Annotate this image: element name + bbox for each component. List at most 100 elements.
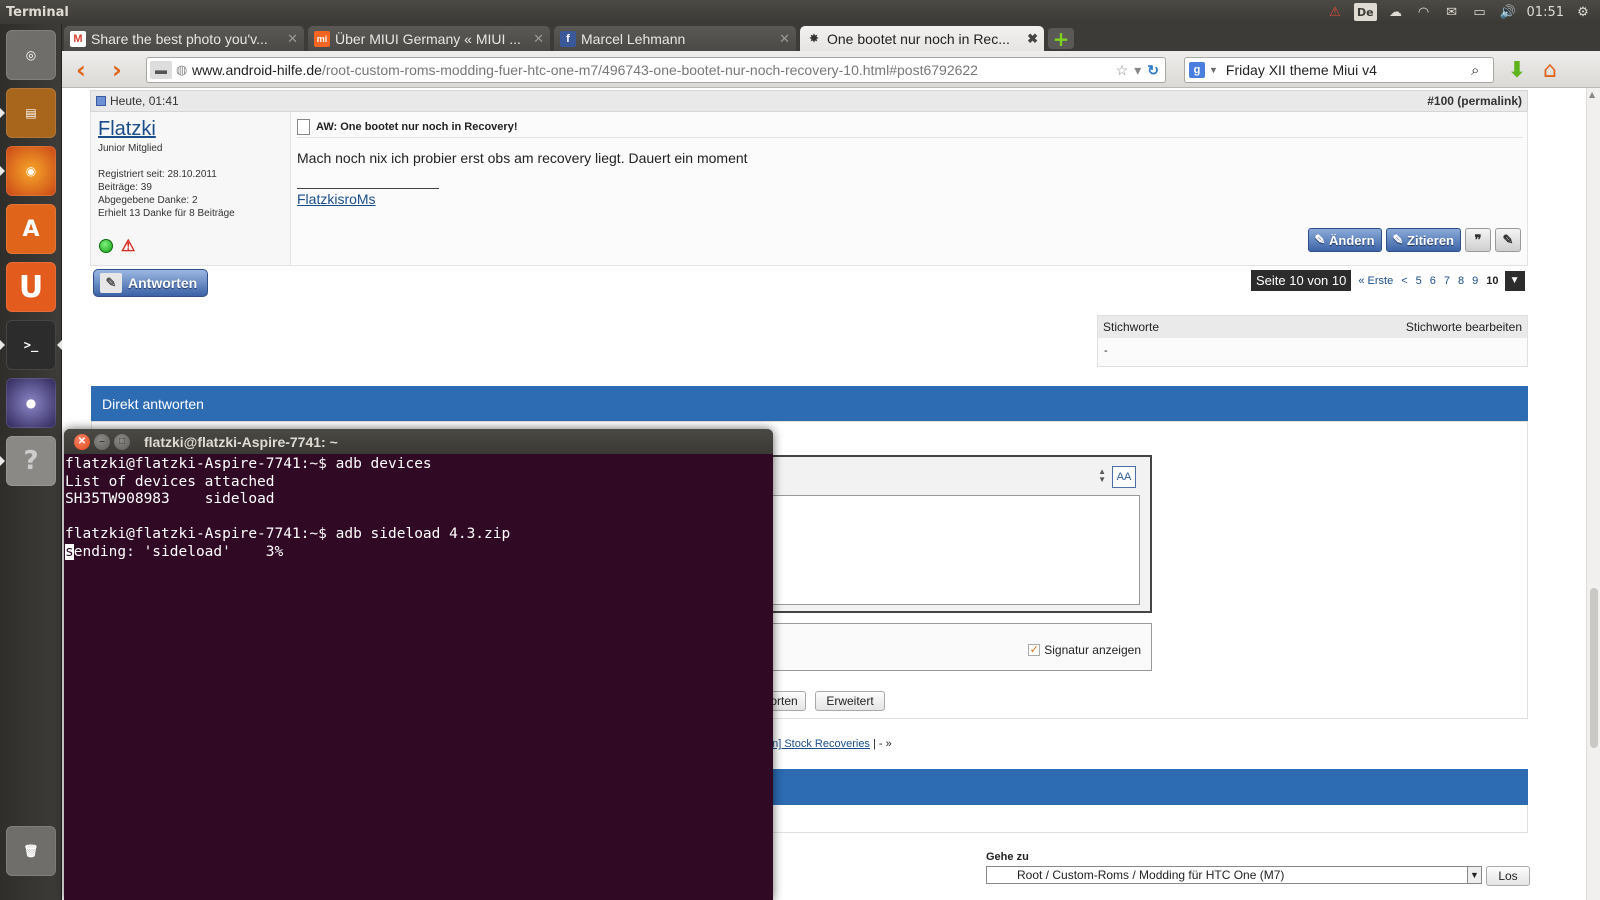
tab-bar: M Share the best photo you'v... ✕ mi Übe… [62,24,1600,51]
resize-arrows-icon[interactable]: ▲ ▼ [1098,468,1106,484]
dash-home-icon[interactable]: ◎ [6,30,56,80]
page-prev-link[interactable]: < [1397,275,1411,287]
advanced-button[interactable]: Erweitert [815,691,885,711]
username-link[interactable]: Flatzki [98,118,283,141]
help-icon[interactable]: ? [6,436,56,486]
reload-icon[interactable]: ↻ [1147,62,1159,79]
tab-facebook[interactable]: f Marcel Lehmann ✕ [554,26,796,51]
wifi-icon[interactable]: ◠ [1415,3,1433,21]
terminal-window[interactable]: ✕ – □ flatzki@flatzki-Aspire-7741: ~ fla… [64,429,773,900]
tags-value: - [1104,345,1108,357]
close-tab-icon[interactable]: ✖ [1027,31,1038,47]
running-indicator [0,456,5,466]
reply-editor: ▲ ▼ AA [766,455,1152,613]
firefox-icon[interactable]: ◉ [6,146,56,196]
post-status-icon [96,96,106,106]
battery-icon[interactable]: ▭ [1471,3,1489,21]
trash-icon[interactable]: 🗑 [6,826,56,876]
page-link[interactable]: 9 [1468,275,1482,287]
post-title: AW: One bootet nur noch in Recovery! [297,116,1523,138]
reply-textarea[interactable] [768,495,1140,605]
switch-editor-mode-icon[interactable]: AA [1112,466,1136,488]
home-icon[interactable]: ⌂ [1536,56,1564,84]
clock[interactable]: 01:51 [1527,3,1564,21]
post-number: #100 (permalink) [1427,94,1522,108]
tab-android-hilfe[interactable]: ✸ One bootet nur noch in Rec... ✖ [800,26,1044,51]
goto-select[interactable]: Root / Custom-Roms / Modding für HTC One… [986,866,1482,884]
close-tab-icon[interactable]: ✕ [287,31,298,47]
facebook-favicon-icon: f [560,30,576,47]
online-status-icon [99,239,113,253]
minimize-window-button[interactable]: – [94,433,110,450]
engine-dropdown-icon[interactable]: ▼ [1209,65,1218,75]
quote-post-button[interactable]: ✎ Zitieren [1385,228,1461,252]
cloud-icon[interactable]: ☁ [1387,3,1405,21]
goto-button[interactable]: Los [1486,866,1530,886]
keyboard-layout-indicator[interactable]: De [1353,3,1377,21]
page-first-link[interactable]: « Erste [1354,275,1397,287]
edit-tags-link[interactable]: Stichworte bearbeiten [1406,320,1522,334]
permalink[interactable]: permalink [1461,94,1518,108]
maximize-window-button[interactable]: □ [114,433,130,450]
back-button[interactable]: ‹ [68,56,94,84]
terminal-icon[interactable]: >_ [6,320,56,370]
files-icon[interactable]: ▤ [6,88,56,138]
current-page: 10 [1486,274,1499,287]
eclipse-icon[interactable]: ● [6,378,56,428]
page-scrollbar[interactable]: ▲ [1586,88,1600,900]
tab-miui[interactable]: mi Über MIUI Germany « MIUI ... ✕ [308,26,550,51]
history-dropdown-icon[interactable]: ▾ [1134,62,1141,79]
close-tab-icon[interactable]: ✕ [779,31,790,47]
terminal-titlebar[interactable]: ✕ – □ flatzki@flatzki-Aspire-7741: ~ [64,429,773,454]
search-bar[interactable]: g ▼ Friday XII theme Miui v4 ⌕ [1184,57,1494,83]
search-icon[interactable]: ⌕ [1471,62,1493,79]
top-panel: Terminal ⚠ De ☁ ◠ ✉ ▭ 🔊 01:51 ⚙ [0,0,1600,24]
tab-gmail[interactable]: M Share the best photo you'v... ✕ [64,26,304,51]
post-date: Heute, 01:41 [110,94,179,108]
warning-icon[interactable]: ⚠ [1326,3,1344,21]
quick-reply-icon[interactable]: ✎ [1495,228,1521,252]
new-tab-button[interactable]: + [1048,27,1074,51]
software-center-icon[interactable]: A [6,204,56,254]
ubuntu-one-icon[interactable]: U [6,262,56,312]
gear-icon[interactable]: ⚙ [1574,3,1592,21]
scroll-up-icon[interactable]: ▲ [1589,90,1595,99]
globe-icon: ◍ [176,62,188,77]
text-cursor: s [65,543,74,560]
page-link[interactable]: 8 [1454,275,1468,287]
show-signature-checkbox[interactable]: ✓ [1028,644,1041,656]
page-link[interactable]: 6 [1426,275,1440,287]
post-content: AW: One bootet nur noch in Recovery! Mac… [297,116,1523,207]
search-input[interactable]: Friday XII theme Miui v4 [1226,62,1471,78]
bookmark-star-icon[interactable]: ☆ [1116,62,1129,79]
android-hilfe-favicon-icon: ✸ [809,33,819,45]
scrollbar-thumb[interactable] [1590,588,1598,748]
navigation-bar: ‹ › ▬ ◍ www.android-hilfe.de /root-custo… [62,51,1600,88]
url-path: /root-custom-roms-modding-fuer-htc-one-m… [321,62,978,78]
close-window-button[interactable]: ✕ [74,433,90,450]
multi-quote-icon[interactable]: ❞ [1465,228,1491,252]
page-jump-dropdown-icon[interactable]: ▼ [1504,270,1525,291]
download-icon[interactable]: ⬇ [1504,57,1530,83]
forward-button[interactable]: › [104,56,130,84]
signature-link[interactable]: FlatzkisroMs [297,191,376,207]
mail-icon[interactable]: ✉ [1443,3,1461,21]
terminal-output[interactable]: flatzki@flatzki-Aspire-7741:~$ adb devic… [64,454,773,564]
page-link[interactable]: 5 [1412,275,1426,287]
close-tab-icon[interactable]: ✕ [533,31,544,47]
signature-divider [297,188,439,189]
volume-icon[interactable]: 🔊 [1499,3,1517,21]
similar-thread-link[interactable]: on] Stock Recoveries [766,738,870,750]
gmail-favicon-icon: M [70,30,86,47]
show-signature-option[interactable]: ✓ Signatur anzeigen [1028,643,1141,657]
reply-button[interactable]: ✎ Antworten [93,269,209,297]
tags-box: Stichworte Stichworte bearbeiten - [1097,315,1528,367]
edit-post-button[interactable]: ✎ Ändern [1307,228,1382,252]
page-link[interactable]: 7 [1440,275,1454,287]
quick-reply-header: Direkt antworten [91,386,1528,421]
site-identity-icon[interactable]: ▬ [150,61,172,79]
report-post-icon[interactable]: ⚠ [121,236,135,256]
user-rank: Junior Mitglied [98,143,163,154]
google-engine-icon[interactable]: g [1189,62,1205,78]
url-bar[interactable]: ▬ ◍ www.android-hilfe.de /root-custom-ro… [146,57,1166,83]
